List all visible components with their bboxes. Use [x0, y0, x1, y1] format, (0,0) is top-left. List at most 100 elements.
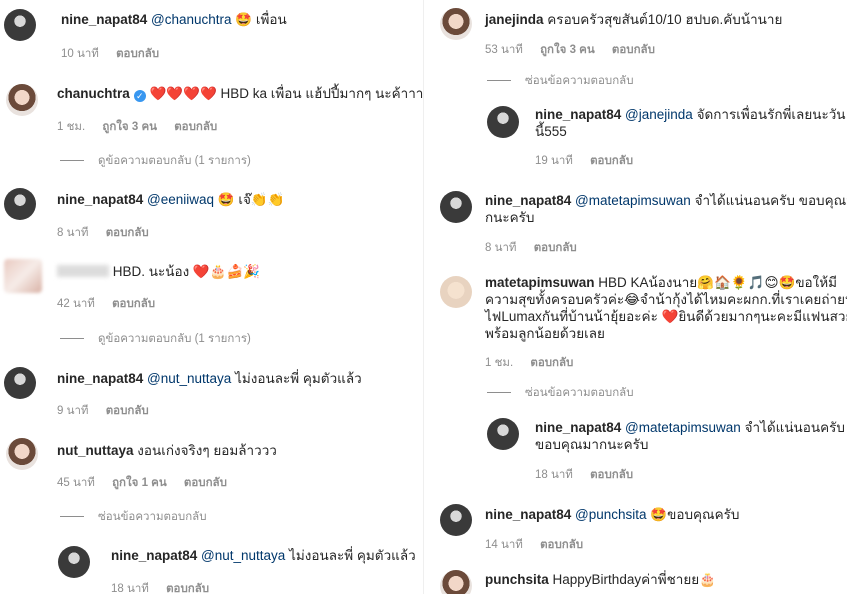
comment-username[interactable]: nine_napat84 [535, 107, 621, 122]
comment-text-line2: ขอบคุณมากนะครับ [535, 437, 649, 452]
likes-count[interactable]: ถูกใจ 1 คน [112, 477, 167, 489]
mention-link[interactable]: @matetapimsuwan [625, 420, 741, 435]
view-replies-toggle[interactable]: ดูข้อความตอบกลับ (1 รายการ) [60, 152, 251, 170]
avatar[interactable] [4, 259, 42, 293]
comment-time: 1 ชม. [57, 121, 86, 133]
hide-replies-toggle[interactable]: ซ่อนข้อความตอบกลับ [487, 72, 634, 90]
comment: janejinda ครอบครัวสุขสันต์10/10 ฮปบด.คับ… [425, 0, 847, 92]
comment-username[interactable]: nine_napat84 [485, 507, 571, 522]
avatar[interactable] [58, 546, 90, 578]
comment-text: HappyBirthdayค่าพี่ชายย🎂 [552, 572, 716, 587]
hide-replies-toggle[interactable]: ซ่อนข้อความตอบกลับ [60, 508, 207, 526]
comment-time: 14 นาที [485, 539, 523, 551]
comment: nine_napat84 @matetapimsuwan จำได้แน่นอน… [425, 185, 847, 260]
comment-text: 🤩ขอบคุณครับ [650, 507, 740, 522]
comment-time: 1 ชม. [485, 357, 514, 369]
comment-text-line1: จำได้แน่นอนครับ [744, 420, 845, 435]
comment: matetapimsuwan HBD KAน้องนาย🤗🏠🌻🎵😊🤩ขอให้ม… [425, 268, 847, 399]
reply-button[interactable]: ตอบกลับ [612, 44, 655, 56]
avatar[interactable] [440, 504, 472, 536]
reply-button[interactable]: ตอบกลับ [530, 357, 573, 369]
comment-time: 18 นาที [111, 583, 149, 594]
reply-button[interactable]: ตอบกลับ [116, 48, 159, 60]
reply-button[interactable]: ตอบกลับ [106, 405, 149, 417]
comment: nut_nuttaya งอนเก่งจริงๆ ยอมล้าววว 45 นา… [0, 432, 424, 527]
blurred-username[interactable] [57, 265, 109, 277]
reply-button[interactable]: ตอบกลับ [166, 583, 209, 594]
likes-count[interactable]: ถูกใจ 3 คน [102, 121, 157, 133]
reply-button[interactable]: ตอบกลับ [184, 477, 227, 489]
mention-link[interactable]: @nut_nuttaya [201, 548, 285, 563]
comment-text-line4: พร้อมลูกน้อยด้วยเลย [485, 326, 605, 341]
comment-username[interactable]: nine_napat84 [111, 548, 197, 563]
comment-username[interactable]: nine_napat84 [57, 371, 143, 386]
comment-text: ไม่งอนละพี่ คุมตัวแล้ว [235, 371, 362, 386]
reply-button[interactable]: ตอบกลับ [174, 121, 217, 133]
comment-text-line3: ไฟLumaxกันที่บ้านน้ายุ้ยอะค่ะ ❤️ยินดีด้ว… [485, 309, 847, 324]
reply-comment: nine_napat84 @matetapimsuwan จำได้แน่นอน… [475, 410, 847, 490]
comment-username[interactable]: nine_napat84 [485, 193, 571, 208]
comment-username[interactable]: punchsita [485, 572, 549, 587]
reply-button[interactable]: ตอบกลับ [112, 298, 155, 310]
comment: HBD. นะน้อง ❤️🎂🍰🎉 42 นาที ตอบกลับ ดูข้อค… [0, 255, 424, 350]
comment-username[interactable]: nut_nuttaya [57, 443, 134, 458]
avatar[interactable] [487, 106, 519, 138]
mention-link[interactable]: @janejinda [625, 107, 693, 122]
hide-replies-toggle[interactable]: ซ่อนข้อความตอบกลับ [487, 384, 634, 402]
comment-text-line1: HBD KAน้องนาย🤗🏠🌻🎵😊🤩ขอให้มี [598, 275, 838, 290]
avatar[interactable] [4, 9, 36, 41]
mention-link[interactable]: @nut_nuttaya [147, 371, 231, 386]
comment-text: 🤩 เพื่อน [235, 12, 287, 27]
reply-button[interactable]: ตอบกลับ [590, 469, 633, 481]
comment-username[interactable]: nine_napat84 [61, 12, 147, 27]
mention-link[interactable]: @chanuchtra [151, 12, 232, 27]
avatar[interactable] [440, 276, 472, 308]
comment-time: 45 นาที [57, 477, 95, 489]
comment-time: 9 นาที [57, 405, 89, 417]
comment-time: 19 นาที [535, 155, 573, 167]
avatar[interactable] [440, 570, 472, 594]
comment-time: 18 นาที [535, 469, 573, 481]
comment-username[interactable]: nine_napat84 [535, 420, 621, 435]
reply-button[interactable]: ตอบกลับ [534, 242, 577, 254]
avatar[interactable] [6, 438, 38, 470]
reply-button[interactable]: ตอบกลับ [590, 155, 633, 167]
comment-username[interactable]: janejinda [485, 12, 544, 27]
reply-button[interactable]: ตอบกลับ [540, 539, 583, 551]
comment-username[interactable]: matetapimsuwan [485, 275, 595, 290]
comment-text-line2: กนะครับ [485, 210, 535, 225]
comment-text: ครอบครัวสุขสันต์10/10 ฮปบด.คับน้านาย [547, 12, 783, 27]
avatar[interactable] [4, 367, 36, 399]
comment: nine_napat84 @nut_nuttaya ไม่งอนละพี่ คุ… [0, 365, 424, 425]
comment-text-line1: จำได้แน่นอนครับ ขอบคุณมา [694, 193, 847, 208]
comment-text-line2: ความสุขทั้งครอบครัวค่ะ😂จำน้ากุ้งได้ไหมคะ… [485, 292, 847, 307]
verified-badge-icon: ✓ [133, 90, 146, 102]
mention-link[interactable]: @punchsita [575, 507, 647, 522]
avatar[interactable] [440, 8, 472, 40]
comment-text: งอนเก่งจริงๆ ยอมล้าววว [137, 443, 277, 458]
comment-text-line2: นี้555 [535, 124, 567, 139]
comment-time: 8 นาที [57, 227, 89, 239]
comment: nine_napat84 @chanuchtra 🤩 เพื่อน 10 นาท… [0, 0, 424, 70]
comment-text: 🤩 เจ๊👏👏 [217, 192, 285, 207]
comment: chanuchtra ✓ ❤️❤️❤️❤️ HBD ka เพื่อน แฮ้ปป… [0, 80, 424, 175]
comments-column-left: nine_napat84 @chanuchtra 🤩 เพื่อน 10 นาท… [0, 0, 424, 594]
comment-text-line1: จัดการเพื่อนรักพี่เลยนะวัน [696, 107, 846, 122]
comment-time: 53 นาที [485, 44, 523, 56]
likes-count[interactable]: ถูกใจ 3 คน [540, 44, 595, 56]
view-replies-toggle[interactable]: ดูข้อความตอบกลับ (1 รายการ) [60, 330, 251, 348]
avatar[interactable] [4, 188, 36, 220]
avatar[interactable] [440, 191, 472, 223]
mention-link[interactable]: @matetapimsuwan [575, 193, 691, 208]
avatar[interactable] [487, 418, 519, 450]
comment-username[interactable]: nine_napat84 [57, 192, 143, 207]
comment-username[interactable]: chanuchtra [57, 86, 130, 101]
reply-button[interactable]: ตอบกลับ [106, 227, 149, 239]
mention-link[interactable]: @eeniiwaq [147, 192, 214, 207]
reply-comment: nine_napat84 @janejinda จัดการเพื่อนรักพ… [475, 100, 847, 175]
comment-time: 8 นาที [485, 242, 517, 254]
avatar[interactable] [6, 84, 38, 116]
reply-comment: nine_napat84 @nut_nuttaya ไม่งอนละพี่ คุ… [50, 540, 424, 594]
comment: nine_napat84 @punchsita 🤩ขอบคุณครับ 14 น… [425, 498, 847, 558]
comment-text: ❤️❤️❤️❤️ HBD ka เพื่อน แฮ้ปปี้มากๆ นะค้า… [149, 86, 424, 101]
